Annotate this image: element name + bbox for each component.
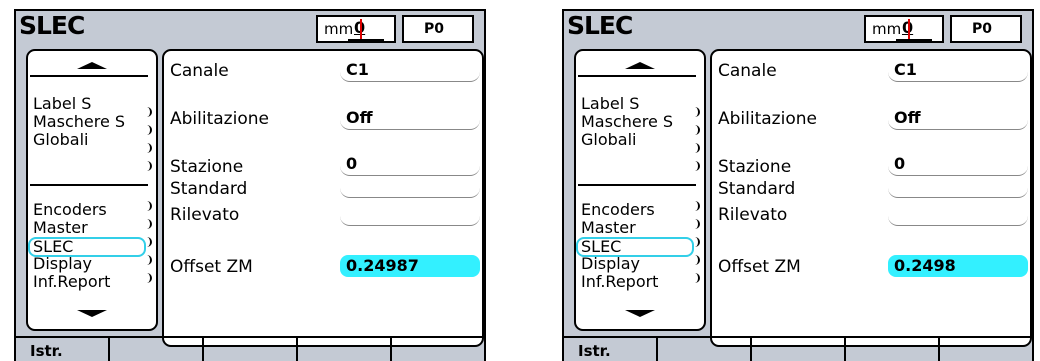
- offset-zm-label: Offset ZM: [718, 257, 801, 277]
- submenu-chevrons: [694, 107, 700, 287]
- softkey-bar: Istr.: [16, 336, 484, 361]
- scroll-down-arrow-icon[interactable]: [625, 310, 655, 317]
- offset-zm-field[interactable]: 0.2498: [888, 255, 1028, 277]
- stazione-label: Stazione: [718, 157, 792, 177]
- menu-item-globali[interactable]: Globali: [581, 131, 636, 149]
- menu-item-master[interactable]: Master: [33, 219, 88, 237]
- menu-item-globali[interactable]: Globali: [33, 131, 88, 149]
- softkey-istr[interactable]: Istr.: [16, 338, 110, 361]
- setup-menu[interactable]: Label S Maschere S Globali Encoders Mast…: [574, 49, 706, 331]
- menu-divider: [578, 184, 696, 186]
- softkey-bar: Istr.: [564, 336, 1032, 361]
- canale-label: Canale: [718, 61, 777, 81]
- softkey-5[interactable]: [940, 338, 1032, 361]
- abilitazione-label: Abilitazione: [170, 109, 269, 129]
- menu-item-inf-report[interactable]: Inf.Report: [33, 273, 110, 291]
- menu-item-encoders[interactable]: Encoders: [33, 201, 107, 219]
- rilevato-label: Rilevato: [170, 205, 240, 225]
- menu-item-master[interactable]: Master: [581, 219, 636, 237]
- menu-divider: [30, 75, 148, 77]
- units-indicator[interactable]: mm 0: [316, 15, 396, 43]
- standard-label: Standard: [170, 179, 248, 199]
- units-label: mm: [324, 20, 354, 38]
- slec-settings-panel: Canale C1 Abilitazione Off Stazione 0 St…: [710, 49, 1032, 347]
- standard-field[interactable]: [888, 175, 1028, 198]
- rilevato-field[interactable]: [340, 203, 480, 226]
- menu-divider: [30, 184, 148, 186]
- program-label: P0: [424, 21, 445, 37]
- units-indicator[interactable]: mm 0: [864, 15, 944, 43]
- menu-item-encoders[interactable]: Encoders: [581, 201, 655, 219]
- softkey-4[interactable]: [298, 338, 392, 361]
- menu-item-maschere-s[interactable]: Maschere S: [581, 113, 673, 131]
- scroll-down-arrow-icon[interactable]: [77, 310, 107, 317]
- canale-field[interactable]: C1: [340, 59, 480, 82]
- softkey-istr[interactable]: Istr.: [564, 338, 658, 361]
- stazione-field[interactable]: 0: [340, 153, 480, 176]
- menu-item-label-s[interactable]: Label S: [581, 95, 639, 113]
- softkey-3[interactable]: [204, 338, 298, 361]
- abilitazione-field[interactable]: Off: [888, 107, 1028, 130]
- resolution-underline: [896, 39, 932, 41]
- stazione-field[interactable]: 0: [888, 153, 1028, 176]
- offset-zm-field[interactable]: 0.24987: [340, 255, 480, 277]
- device-screen-right: SLEC mm 0 P0 Label S Maschere S Globali …: [562, 9, 1034, 361]
- softkey-3[interactable]: [752, 338, 846, 361]
- setup-menu[interactable]: Label S Maschere S Globali Encoders Mast…: [26, 49, 158, 331]
- menu-item-label-s[interactable]: Label S: [33, 95, 91, 113]
- slec-settings-panel: Canale C1 Abilitazione Off Stazione 0 St…: [162, 49, 484, 347]
- menu-item-inf-report[interactable]: Inf.Report: [581, 273, 658, 291]
- softkey-5[interactable]: [392, 338, 484, 361]
- program-indicator[interactable]: P0: [402, 15, 474, 43]
- scroll-up-arrow-icon[interactable]: [625, 62, 655, 69]
- stazione-label: Stazione: [170, 157, 244, 177]
- resolution-marker-icon: [908, 19, 910, 39]
- abilitazione-label: Abilitazione: [718, 109, 817, 129]
- scroll-up-arrow-icon[interactable]: [77, 62, 107, 69]
- softkey-2[interactable]: [110, 338, 204, 361]
- menu-item-display[interactable]: Display: [33, 255, 92, 273]
- standard-field[interactable]: [340, 175, 480, 198]
- device-screen-left: SLEC mm 0 P0 Label S Maschere S Globali …: [14, 9, 486, 361]
- resolution-underline: [348, 39, 384, 41]
- abilitazione-field[interactable]: Off: [340, 107, 480, 130]
- menu-divider: [578, 75, 696, 77]
- menu-item-display[interactable]: Display: [581, 255, 640, 273]
- screen-title: SLEC: [567, 11, 633, 40]
- canale-field[interactable]: C1: [888, 59, 1028, 82]
- standard-label: Standard: [718, 179, 796, 199]
- submenu-chevrons: [146, 107, 152, 287]
- units-label: mm: [872, 20, 902, 38]
- menu-item-maschere-s[interactable]: Maschere S: [33, 113, 125, 131]
- canale-label: Canale: [170, 61, 229, 81]
- screen-title: SLEC: [19, 11, 85, 40]
- resolution-marker-icon: [360, 19, 362, 39]
- rilevato-field[interactable]: [888, 203, 1028, 226]
- program-label: P0: [972, 21, 993, 37]
- softkey-2[interactable]: [658, 338, 752, 361]
- rilevato-label: Rilevato: [718, 205, 788, 225]
- softkey-4[interactable]: [846, 338, 940, 361]
- offset-zm-label: Offset ZM: [170, 257, 253, 277]
- program-indicator[interactable]: P0: [950, 15, 1022, 43]
